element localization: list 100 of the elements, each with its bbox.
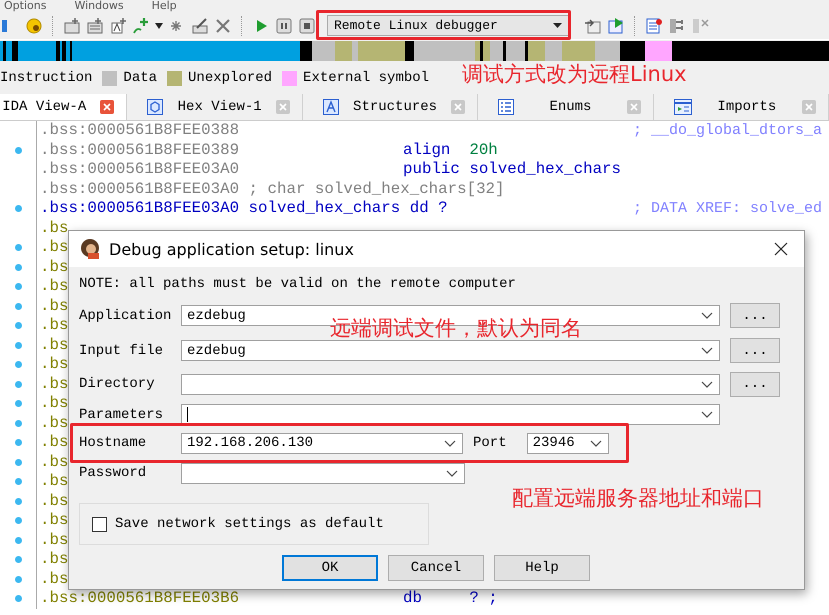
breakpoint-dot[interactable]: [14, 283, 22, 290]
stop-icon[interactable]: [298, 16, 316, 34]
breakpoint-dot[interactable]: [14, 302, 22, 310]
breakpoint-dot[interactable]: [14, 146, 22, 154]
breakpoint-dot[interactable]: [14, 400, 22, 408]
breakpoint-dot[interactable]: [14, 517, 22, 524]
menu-item[interactable]: Options: [4, 0, 46, 12]
close-icon[interactable]: [774, 242, 788, 256]
chevron-down-icon: [701, 312, 713, 319]
field-label: Port: [473, 435, 507, 451]
browse-button[interactable]: ...: [730, 303, 780, 328]
listing-address: .bs: [40, 355, 68, 374]
checkbox[interactable]: [92, 516, 107, 532]
field-label: Application: [79, 308, 172, 324]
combo-field[interactable]: [181, 404, 720, 425]
annotation-text: 配置远端服务器地址和端口: [512, 485, 764, 512]
pause-icon[interactable]: [275, 16, 293, 34]
annotation-text: 调试方式改为远程Linux: [462, 61, 687, 88]
legend-label: Unexplored: [188, 70, 272, 86]
listing-address: .bs: [40, 570, 68, 589]
listing-address: .bss:0000561B8FEE0388: [40, 121, 240, 140]
delete-icon[interactable]: [214, 16, 232, 34]
tab[interactable]: IDA View-A: [0, 94, 128, 120]
listing-address: .bs: [40, 218, 68, 238]
password-field[interactable]: [181, 462, 465, 484]
listing-address: .bs: [40, 433, 68, 452]
listing-address: .bss:0000561B8FEE03A0: [40, 160, 240, 180]
combo-field[interactable]: ezdebug: [181, 340, 720, 361]
menu-item[interactable]: Windows: [74, 0, 124, 12]
listing-address: .bs: [40, 492, 68, 511]
checkbox-label: Save network settings as default: [115, 516, 384, 532]
field-label: Password: [79, 465, 148, 481]
listing-address: .bs: [40, 258, 68, 277]
listing-address: .bs: [40, 414, 68, 433]
breakpoint-dot[interactable]: [14, 458, 22, 466]
breakpoint-dot[interactable]: [14, 342, 22, 349]
field-label: Hostname: [79, 435, 148, 451]
module-icon[interactable]: [668, 16, 686, 34]
listing-address: .bs: [40, 452, 68, 472]
refresh-icon[interactable]: [607, 16, 625, 34]
listing-address: .bss:0000561B8FEE0389: [40, 140, 240, 160]
dialog-button[interactable]: OK: [282, 555, 378, 581]
legend-label: Instruction: [0, 70, 92, 86]
chevron-down-icon: [701, 411, 713, 418]
menu-item[interactable]: Help: [152, 0, 177, 12]
listing-address: .bs: [40, 316, 68, 336]
browse-button[interactable]: ...: [730, 372, 780, 396]
breakpoint-dot[interactable]: [14, 576, 22, 583]
data-block-icon[interactable]: [86, 16, 104, 34]
module-remove-icon[interactable]: [691, 16, 709, 34]
structure-icon: [322, 99, 339, 115]
switch-icon[interactable]: [584, 16, 602, 34]
breakpoint-dot[interactable]: [14, 595, 22, 602]
breakpoint-dot[interactable]: [14, 264, 22, 271]
field-label: Input file: [79, 342, 164, 358]
listing-instruction: db ? ;: [403, 589, 498, 608]
field-label: Directory: [79, 376, 156, 392]
field-label: Parameters: [79, 406, 164, 422]
text-plus-icon[interactable]: [109, 16, 127, 34]
breakpoint-list-icon[interactable]: [645, 16, 663, 34]
code-block-icon[interactable]: [63, 16, 81, 34]
breakpoint-dot[interactable]: [14, 244, 22, 252]
breakpoint-dot[interactable]: [14, 536, 22, 544]
breakpoint-dot[interactable]: [14, 556, 22, 564]
listing-instruction: align 20h: [403, 140, 498, 160]
breakpoint-dot[interactable]: [14, 205, 22, 212]
browse-button[interactable]: ...: [730, 338, 780, 363]
combo-field[interactable]: 23946: [526, 432, 609, 454]
dropdown-arrow-icon[interactable]: [155, 22, 163, 28]
listing-instruction: public solved_hex_chars: [403, 160, 622, 180]
bulb-icon[interactable]: [25, 16, 43, 34]
breakpoint-dot[interactable]: [14, 361, 22, 368]
dialog-button[interactable]: Cancel: [388, 555, 484, 581]
breakpoint-dot[interactable]: [14, 439, 22, 446]
combo-field[interactable]: [181, 374, 720, 394]
breakpoint-dot[interactable]: [14, 498, 22, 505]
legend-label: Data: [123, 70, 158, 86]
breakpoint-dot[interactable]: [14, 322, 22, 330]
listing-address: .bs: [40, 472, 68, 492]
listing-address: .bs: [40, 374, 68, 394]
dialog-title: Debug application setup: linux: [109, 240, 355, 258]
debugger-select[interactable]: Remote Linux debugger: [327, 15, 569, 36]
listing-address: .bs: [40, 277, 68, 296]
listing-address: .bs: [40, 336, 68, 355]
chevron-down-icon: [590, 440, 602, 446]
breakpoint-dot[interactable]: [14, 420, 22, 427]
breakpoint-dot[interactable]: [14, 478, 22, 486]
listing-address: .bs: [40, 511, 68, 530]
dialog-button[interactable]: Help: [494, 555, 590, 581]
pencil-icon[interactable]: [191, 16, 209, 34]
breakpoint-dot[interactable]: [14, 380, 22, 388]
chevron-down-icon: [701, 347, 713, 354]
plus-curve-icon[interactable]: [132, 16, 150, 34]
chevron-down-icon: [444, 440, 456, 446]
combo-field[interactable]: 192.168.206.130: [181, 432, 463, 454]
listing-address: .bss:0000561B8FEE03A0 ; char solved_hex_chars[32]: [40, 180, 505, 199]
table-icon: [674, 99, 692, 115]
legend-label: External symbol: [303, 70, 430, 86]
listing-address: .bs: [40, 238, 68, 258]
navigation-band-drawing[interactable]: [0, 40, 829, 62]
